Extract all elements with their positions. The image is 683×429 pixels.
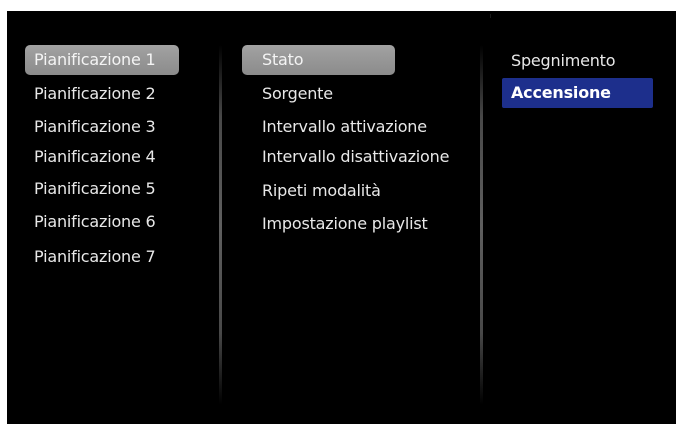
schedule-item-2[interactable]: Pianificazione 2 bbox=[25, 79, 179, 109]
schedule-settings-list: Stato Sorgente Intervallo attivazione In… bbox=[242, 11, 497, 424]
setting-item-impostazione-playlist[interactable]: Impostazione playlist bbox=[242, 209, 428, 239]
schedule-list: Pianificazione 1 Pianificazione 2 Pianif… bbox=[25, 11, 197, 424]
schedule-item-7[interactable]: Pianificazione 7 bbox=[25, 242, 179, 272]
option-spegnimento[interactable]: Spegnimento bbox=[502, 46, 653, 76]
schedule-item-4[interactable]: Pianificazione 4 bbox=[25, 142, 179, 172]
schedule-item-6[interactable]: Pianificazione 6 bbox=[25, 207, 179, 237]
column-divider-left bbox=[219, 45, 222, 405]
setting-item-intervallo-disattivazione[interactable]: Intervallo disattivazione bbox=[242, 142, 449, 172]
setting-item-stato[interactable]: Stato bbox=[242, 45, 395, 75]
option-accensione[interactable]: Accensione bbox=[502, 78, 653, 108]
setting-item-sorgente[interactable]: Sorgente bbox=[242, 79, 395, 109]
column-divider-right bbox=[480, 45, 483, 405]
schedule-item-1[interactable]: Pianificazione 1 bbox=[25, 45, 179, 75]
setting-item-intervallo-attivazione[interactable]: Intervallo attivazione bbox=[242, 112, 427, 142]
setting-item-ripeti-modalita[interactable]: Ripeti modalità bbox=[242, 176, 395, 206]
osd-menu-panel: Pianificazione 1 Pianificazione 2 Pianif… bbox=[7, 11, 676, 424]
state-options-list: Spegnimento Accensione bbox=[502, 11, 676, 424]
schedule-item-3[interactable]: Pianificazione 3 bbox=[25, 112, 179, 142]
schedule-item-5[interactable]: Pianificazione 5 bbox=[25, 174, 179, 204]
